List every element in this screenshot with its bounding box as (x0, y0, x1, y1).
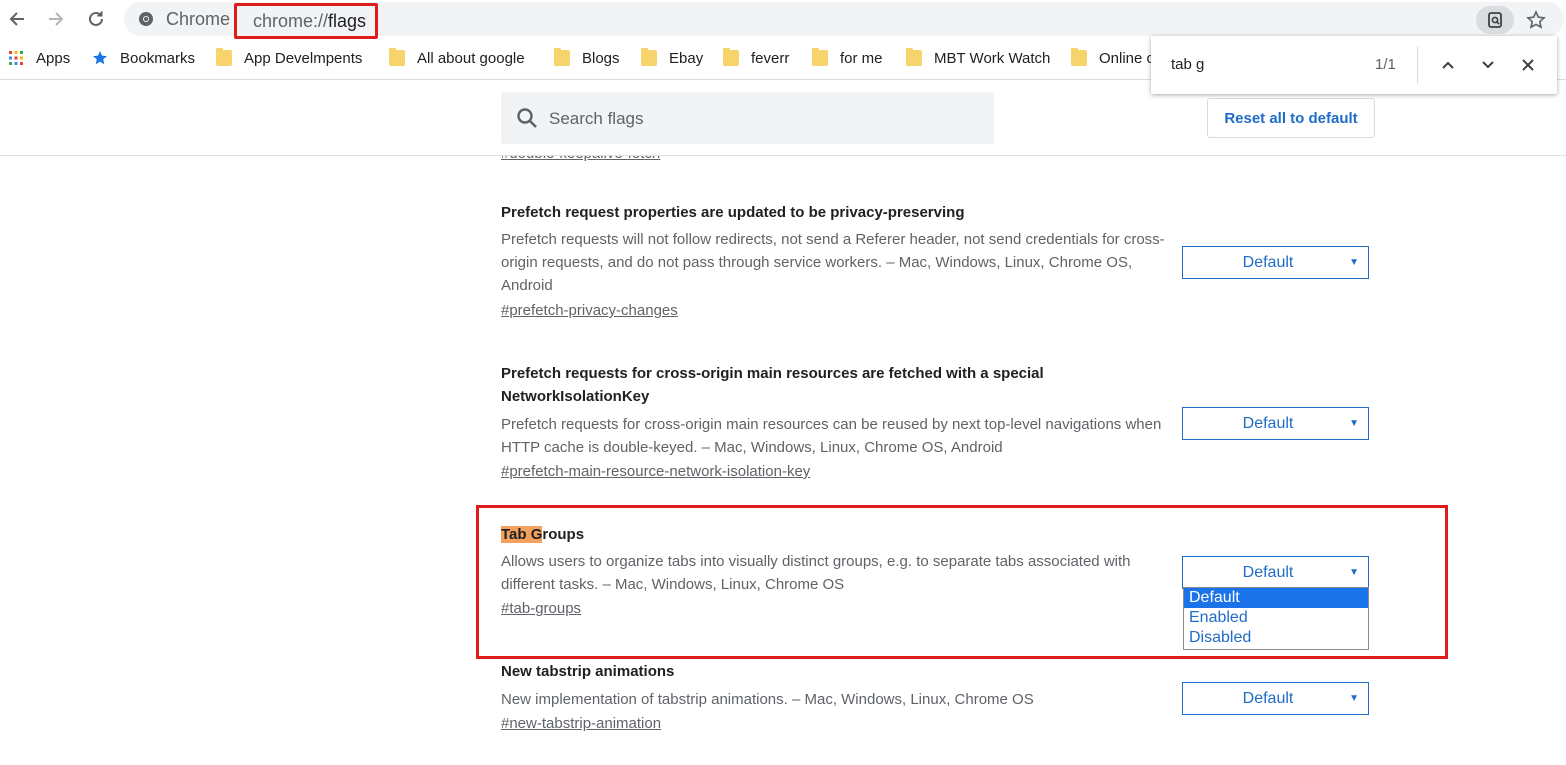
chevron-up-icon (1442, 61, 1454, 69)
flag-description: Allows users to organize tabs into visua… (501, 553, 1131, 593)
flag-title: New tabstrip animations (501, 663, 675, 680)
select-value: Default (1242, 415, 1294, 432)
find-bar: tab g 1/1 (1151, 36, 1557, 94)
folder-icon (216, 48, 232, 66)
dropdown-option-default[interactable]: Default (1184, 588, 1368, 608)
browser-toolbar: Chrome chrome://flags (0, 0, 1566, 39)
folder-icon (389, 48, 405, 66)
select-value: Default (1242, 254, 1294, 271)
find-input[interactable]: tab g (1171, 56, 1204, 73)
tab-groups-select[interactable]: Default ▼ (1182, 556, 1369, 589)
flag-select[interactable]: Default ▼ (1182, 407, 1369, 440)
dropdown-arrow-icon: ▼ (1349, 693, 1359, 704)
folder-icon (554, 48, 570, 66)
bookmark-folder-blogs[interactable]: Blogs (554, 48, 620, 68)
flag-description: Prefetch requests will not follow redire… (501, 231, 1165, 294)
url-annotation-box: chrome://flags (234, 3, 378, 39)
bookmark-label: for me (840, 49, 883, 67)
flag-link[interactable]: #tab-groups (501, 600, 581, 617)
bookmark-label: Ebay (669, 49, 704, 67)
select-value: Default (1242, 564, 1294, 581)
folder-icon (812, 48, 828, 66)
bookmark-label: Apps (36, 49, 71, 67)
address-bar[interactable]: Chrome chrome://flags (124, 2, 1564, 39)
find-match-highlight: Tab G (501, 526, 543, 543)
flag-link[interactable]: #prefetch-main-resource-network-isolatio… (501, 463, 810, 480)
back-button[interactable] (2, 4, 32, 34)
flag-link[interactable]: #prefetch-privacy-changes (501, 302, 678, 319)
select-value: Default (1242, 690, 1294, 707)
flag-title-tab-groups: Tab Groups (501, 526, 585, 543)
bookmark-folder-ebay[interactable]: Ebay (641, 48, 703, 68)
bookmark-folder-app-develmpents[interactable]: App Develmpents (216, 48, 362, 68)
close-icon (1522, 59, 1534, 71)
folder-icon (906, 48, 922, 66)
bookmark-label: feverr (751, 49, 790, 67)
flag-select[interactable]: Default ▼ (1182, 246, 1369, 279)
apps-grid-icon (9, 51, 23, 65)
folder-icon (1071, 48, 1087, 66)
dropdown-arrow-icon: ▼ (1349, 567, 1359, 578)
flag-link[interactable]: #new-tabstrip-animation (501, 715, 661, 732)
bookmark-star-button[interactable] (1522, 6, 1550, 34)
search-flags-input[interactable] (547, 104, 971, 134)
reload-button[interactable] (81, 4, 111, 34)
bookmark-label: App Develmpents (244, 49, 363, 67)
find-divider (1417, 46, 1418, 84)
bookmark-folder-all-about-google[interactable]: All about google (389, 48, 525, 68)
bookmark-label: All about google (417, 49, 525, 67)
find-match-count: 1/1 (1375, 56, 1396, 73)
bookmark-folder-mbt-work-watch[interactable]: MBT Work Watch (906, 48, 1050, 68)
flag-title: Prefetch request properties are updated … (501, 204, 965, 221)
dropdown-option-enabled[interactable]: Enabled (1184, 608, 1368, 628)
chevron-down-icon (1482, 61, 1494, 69)
find-next-button[interactable] (1475, 52, 1501, 78)
flag-select[interactable]: Default ▼ (1182, 682, 1369, 715)
bookmark-folder-online[interactable]: Online c (1071, 48, 1154, 68)
flag-description: Prefetch requests for cross-origin main … (501, 416, 1162, 456)
reset-all-button[interactable]: Reset all to default (1207, 98, 1375, 138)
reload-icon (89, 11, 103, 26)
chrome-logo-icon (139, 12, 153, 26)
bookmark-label: Online c (1099, 49, 1155, 67)
bookmark-folder-for-me[interactable]: for me (812, 48, 883, 68)
star-icon (93, 51, 107, 65)
find-in-page-icon (1488, 12, 1502, 28)
dropdown-arrow-icon: ▼ (1349, 418, 1359, 429)
flag-title: Prefetch requests for cross-origin main … (501, 365, 1044, 405)
url-text[interactable]: chrome://flags (253, 11, 366, 32)
arrow-left-icon (9, 12, 24, 26)
forward-button[interactable] (41, 4, 71, 34)
bookmark-folder-feverr[interactable]: feverr (723, 48, 789, 68)
site-name: Chrome (166, 9, 231, 29)
bookmark-label: Bookmarks (120, 49, 196, 67)
bookmark-bookmarks[interactable]: Bookmarks (92, 48, 195, 68)
find-close-button[interactable] (1515, 52, 1541, 78)
search-icon (517, 108, 537, 128)
bookmark-label: Blogs (582, 49, 620, 67)
dropdown-option-disabled[interactable]: Disabled (1184, 628, 1368, 648)
bookmark-apps[interactable]: Apps (8, 48, 70, 68)
flag-description: New implementation of tabstrip animation… (501, 691, 1034, 708)
tab-groups-dropdown-list: Default Enabled Disabled (1183, 587, 1369, 650)
dropdown-arrow-icon: ▼ (1349, 257, 1359, 268)
star-outline-icon (1526, 10, 1546, 29)
bookmark-label: MBT Work Watch (934, 49, 1051, 67)
page-search-button[interactable] (1476, 6, 1514, 34)
folder-icon (723, 48, 739, 66)
find-previous-button[interactable] (1435, 52, 1461, 78)
arrow-right-icon (49, 12, 64, 26)
search-flags-box[interactable] (501, 92, 994, 144)
folder-icon (641, 48, 657, 66)
